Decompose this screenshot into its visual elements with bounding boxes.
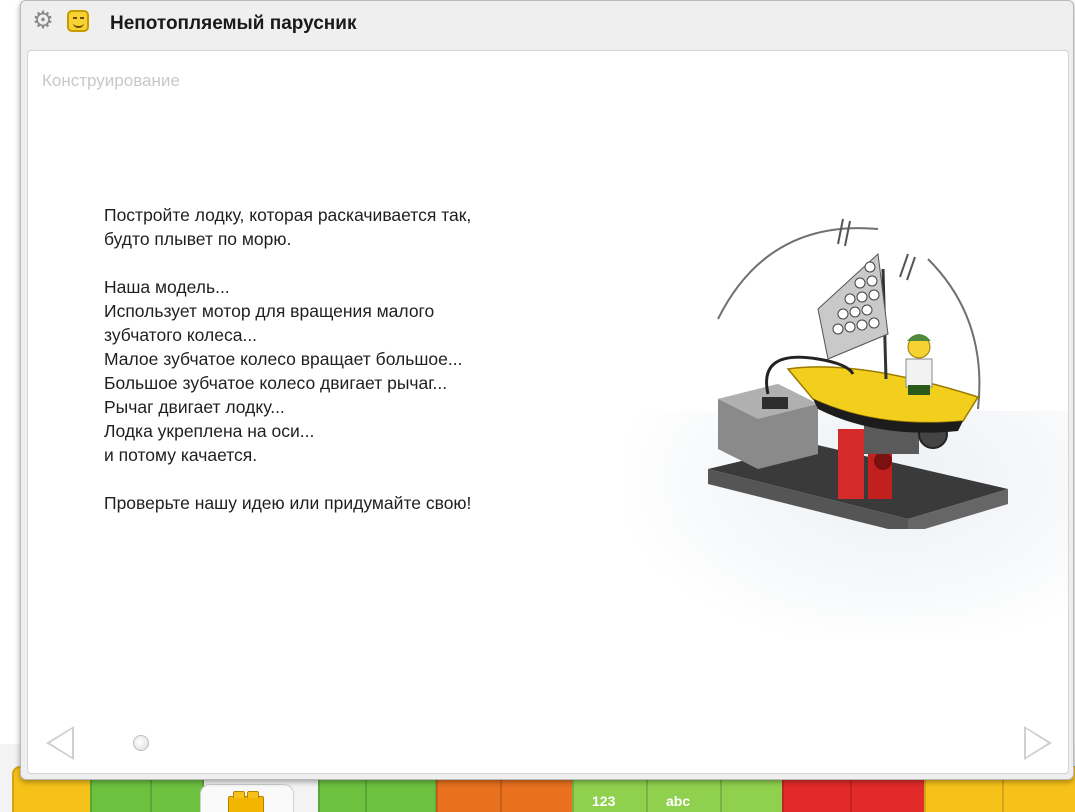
lego-brick-icon: [228, 791, 264, 812]
window-titlebar: ⚙ Непотопляемый парусник: [21, 1, 1073, 47]
text-line: будто плывет по морю.: [104, 229, 292, 249]
section-title: Конструирование: [42, 71, 180, 90]
text-line: Наша модель...: [104, 277, 230, 297]
next-page-arrow[interactable]: [1024, 726, 1052, 760]
palette-number-label: 123: [592, 793, 616, 809]
palette-text-label: abc: [666, 793, 691, 809]
text-line: Проверьте нашу идею или придумайте свою!: [104, 493, 472, 513]
gear-icon[interactable]: ⚙: [31, 9, 55, 33]
content-panel: Конструирование Постройте лодку, которая…: [27, 50, 1069, 774]
text-line: Постройте лодку, которая раскачивается т…: [104, 205, 472, 225]
lego-sailboat-model-illustration: [708, 218, 1008, 529]
activity-window: ⚙ Непотопляемый парусник Конструирование…: [20, 0, 1074, 780]
smiley-face-icon[interactable]: [67, 10, 89, 32]
text-line: Использует мотор для вращения малого: [104, 301, 435, 321]
text-line: и потому качается.: [104, 445, 258, 465]
text-line: Большое зубчатое колесо двигает рычаг...: [104, 373, 448, 393]
page-indicator-dot[interactable]: [133, 735, 149, 751]
text-line: зубчатого колеса...: [104, 325, 258, 345]
previous-page-arrow[interactable]: [46, 726, 74, 760]
text-line: Малое зубчатое колесо вращает большое...: [104, 349, 463, 369]
window-title: Непотопляемый парусник: [110, 13, 357, 34]
text-line: Рычаг двигает лодку...: [104, 397, 285, 417]
text-line: Лодка укреплена на оси...: [104, 421, 315, 441]
instructions-text: Постройте лодку, которая раскачивается т…: [104, 203, 624, 515]
